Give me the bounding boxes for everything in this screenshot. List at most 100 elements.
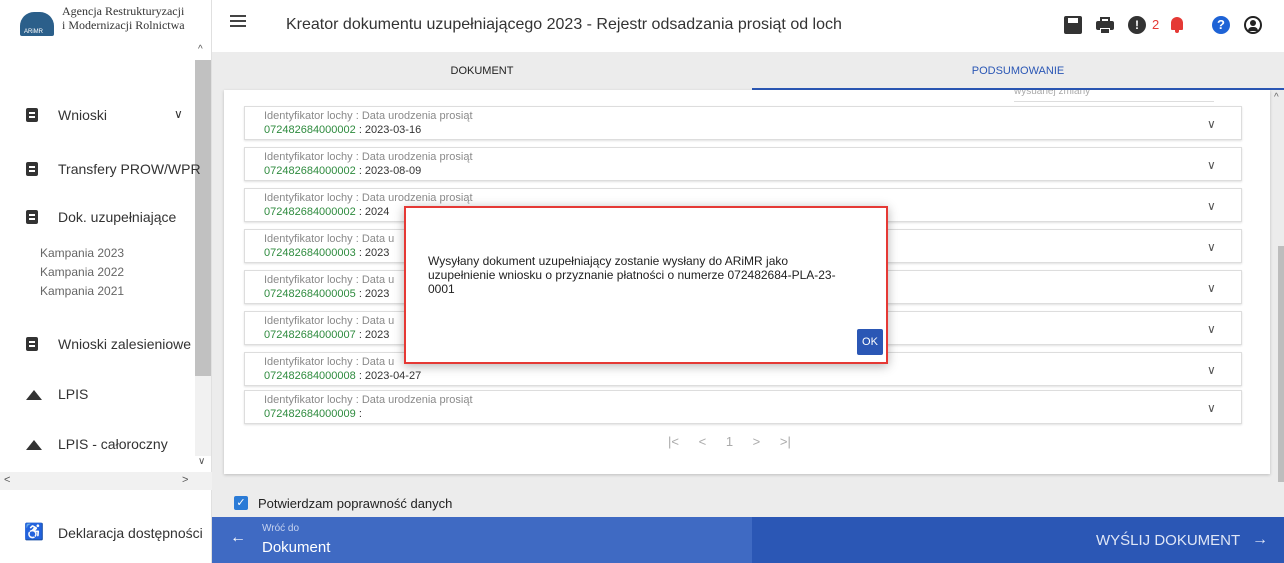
chevron-down-icon[interactable]: ∨ (1207, 117, 1216, 131)
mountain-icon (26, 390, 42, 400)
confirmation-dialog: Wysyłany dokument uzupełniający zostanie… (404, 206, 888, 364)
ok-button[interactable]: OK (857, 329, 883, 355)
content-scroll-up-icon[interactable]: ^ (1274, 92, 1279, 103)
sow-id: 072482684000003 (264, 247, 356, 259)
row-value: 072482684000002 : 2023-03-16 (264, 124, 421, 136)
sidebar-item-label: Wnioski zalesieniowe (58, 336, 192, 352)
sidebar-item-transfery[interactable]: Transfery PROW/WPR (0, 155, 201, 185)
sow-id: 072482684000009 (264, 408, 356, 420)
alert-count-badge: 2 (1152, 17, 1160, 32)
sidebar-subitem-kampania-2021[interactable]: Kampania 2021 (40, 284, 124, 298)
sidebar: Agencja Restrukturyzacji i Modernizacji … (0, 0, 212, 563)
clipped-field-label: wysuanej zmiany (1014, 90, 1214, 102)
list-item[interactable]: Identyfikator lochy : Data urodzenia pro… (244, 390, 1242, 424)
alert-icon[interactable]: ! (1128, 16, 1146, 34)
user-account-icon[interactable] (1244, 16, 1262, 34)
top-header: Kreator dokumentu uzupełniającego 2023 -… (212, 0, 1284, 52)
arrow-left-icon: ← (230, 529, 246, 546)
sow-id: 072482684000002 (264, 165, 356, 177)
row-value: 072482684000002 : 2024 (264, 206, 389, 218)
birth-date: : (355, 408, 362, 420)
chevron-down-icon[interactable]: ∨ (1207, 363, 1216, 377)
sidebar-item-wnioski-zalesieniowe[interactable]: Wnioski zalesieniowe (0, 330, 194, 360)
accessibility-declaration-link[interactable]: ♿ Deklaracja dostępności (0, 504, 212, 563)
accessibility-label: Deklaracja dostępności (58, 525, 203, 541)
tab-podsumowanie[interactable]: PODSUMOWANIE (752, 52, 1284, 90)
sidebar-scroll-up-icon[interactable]: ^ (198, 44, 203, 55)
sidebar-scroll-down-icon[interactable]: ∨ (198, 456, 205, 467)
help-icon[interactable]: ? (1212, 16, 1230, 34)
sidebar-horizontal-scrollbar[interactable]: < > (0, 472, 212, 490)
chevron-down-icon[interactable]: ∨ (1207, 158, 1216, 172)
chevron-down-icon[interactable]: ∨ (1207, 240, 1216, 254)
hamburger-menu-icon[interactable] (230, 15, 246, 29)
row-label: Identyfikator lochy : Data urodzenia pro… (264, 192, 473, 204)
scroll-right-icon[interactable]: > (182, 474, 188, 486)
row-value: 072482684000008 : 2023-04-27 (264, 370, 421, 382)
current-page-number[interactable]: 1 (726, 434, 733, 449)
tab-bar: DOKUMENT PODSUMOWANIE (212, 52, 1284, 90)
logo-mark-icon (20, 12, 54, 36)
sidebar-item-wnioski[interactable]: Wnioski ∨ (0, 101, 194, 131)
logo-line1: Agencja Restrukturyzacji (62, 4, 185, 18)
sidebar-subitem-kampania-2023[interactable]: Kampania 2023 (40, 246, 124, 260)
sidebar-subitem-kampania-2022[interactable]: Kampania 2022 (40, 265, 124, 279)
back-caption: Wróć do (262, 523, 300, 534)
birth-date: : 2023-03-16 (355, 124, 422, 136)
sidebar-item-lpis[interactable]: LPIS (0, 380, 194, 410)
chevron-down-icon[interactable]: ∨ (1207, 401, 1216, 415)
checkbox-checked-icon[interactable]: ✓ (234, 496, 248, 510)
chevron-down-icon[interactable]: ∨ (1207, 322, 1216, 336)
sidebar-item-label: Transfery PROW/WPR (58, 161, 201, 177)
confirm-label: Potwierdzam poprawność danych (258, 496, 453, 511)
page-title: Kreator dokumentu uzupełniającego 2023 -… (286, 16, 842, 33)
sidebar-item-lpis-caloroczny[interactable]: LPIS - całoroczny (0, 430, 194, 460)
document-icon (26, 210, 38, 224)
row-label: Identyfikator lochy : Data urodzenia pro… (264, 394, 473, 406)
last-page-button[interactable]: >| (780, 434, 791, 449)
sow-id: 072482684000007 (264, 329, 356, 341)
sidebar-item-label: Wnioski (58, 107, 108, 123)
sow-id: 072482684000008 (264, 370, 356, 382)
document-icon (26, 108, 38, 122)
sidebar-item-label: LPIS - całoroczny (58, 436, 168, 452)
row-value: 072482684000002 : 2023-08-09 (264, 165, 421, 177)
logo-line2: i Modernizacji Rolnictwa (62, 18, 185, 32)
document-icon (26, 162, 38, 176)
list-item[interactable]: Identyfikator lochy : Data urodzenia pro… (244, 106, 1242, 140)
chevron-down-icon[interactable]: ∨ (1207, 199, 1216, 213)
row-value: 072482684000009 : (264, 408, 362, 420)
sidebar-item-label: LPIS (58, 386, 89, 402)
sow-id: 072482684000002 (264, 206, 356, 218)
footer-bar: ← Wróć do Dokument WYŚLIJ DOKUMENT → (212, 517, 1284, 563)
sidebar-item-dok-uzupelniajace[interactable]: Dok. uzupełniające (0, 203, 194, 233)
tab-dokument[interactable]: DOKUMENT (212, 52, 752, 90)
arrow-right-icon[interactable]: → (1252, 531, 1268, 549)
chevron-down-icon[interactable]: ∨ (1207, 281, 1216, 295)
chevron-down-icon: ∨ (174, 107, 183, 121)
content-scrollbar-thumb[interactable] (1278, 246, 1284, 482)
sow-id: 072482684000005 (264, 288, 356, 300)
first-page-button[interactable]: |< (668, 434, 679, 449)
back-button[interactable]: ← Wróć do Dokument (212, 517, 752, 563)
pagination: |< < 1 > >| (668, 434, 807, 449)
accessibility-icon: ♿ (24, 524, 44, 541)
prev-page-button[interactable]: < (699, 434, 707, 449)
birth-date: : 2023 (355, 247, 390, 259)
sidebar-scrollbar-thumb[interactable] (195, 60, 211, 376)
back-target: Dokument (262, 539, 331, 556)
sidebar-scrollbar-track[interactable] (195, 376, 211, 456)
birth-date: : 2023 (355, 288, 390, 300)
print-icon[interactable] (1096, 16, 1114, 34)
sow-id: 072482684000002 (264, 124, 356, 136)
birth-date: : 2023 (355, 329, 390, 341)
send-document-button[interactable]: WYŚLIJ DOKUMENT (1096, 532, 1240, 549)
bell-icon[interactable] (1168, 16, 1186, 34)
next-page-button[interactable]: > (753, 434, 761, 449)
row-value: 072482684000005 : 2023 (264, 288, 389, 300)
arimr-logo[interactable]: Agencja Restrukturyzacji i Modernizacji … (14, 4, 204, 44)
list-item[interactable]: Identyfikator lochy : Data urodzenia pro… (244, 147, 1242, 181)
save-icon[interactable] (1064, 16, 1082, 34)
scroll-left-icon[interactable]: < (4, 474, 10, 486)
row-value: 072482684000003 : 2023 (264, 247, 389, 259)
